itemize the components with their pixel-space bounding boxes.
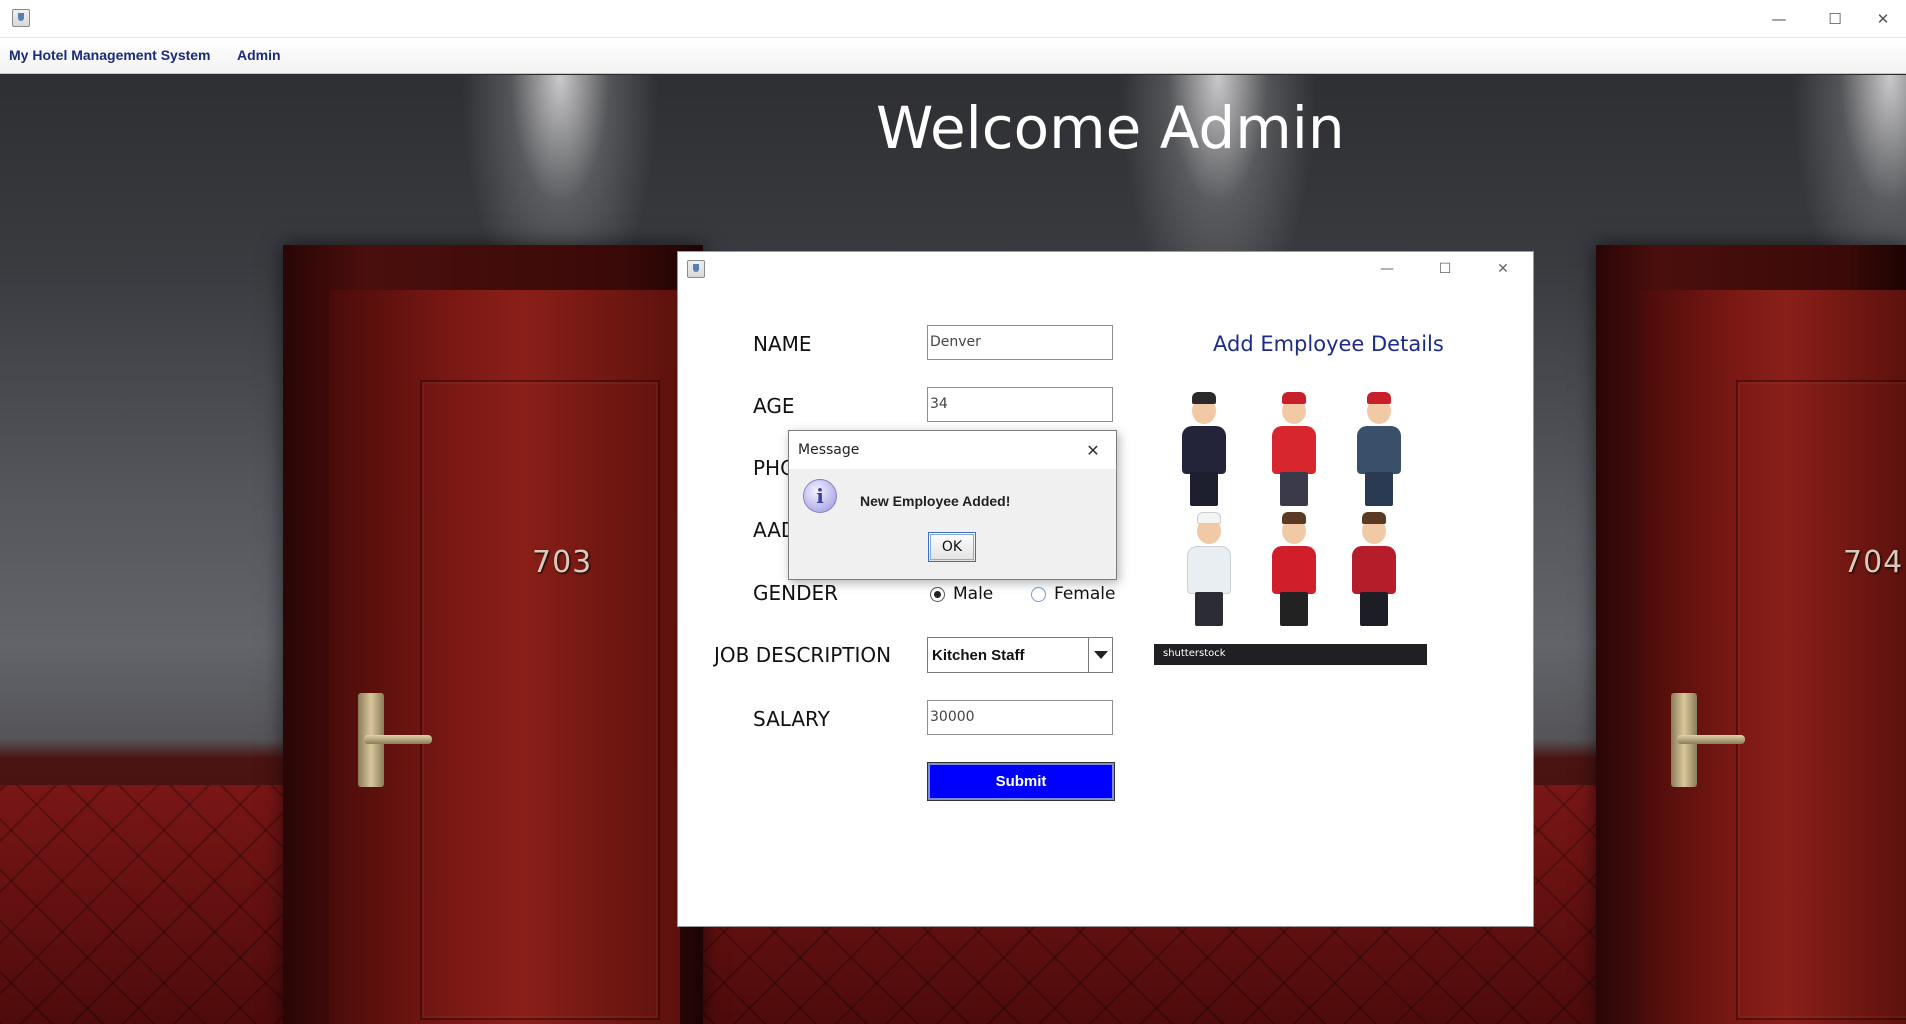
staff-figure-chef: [1179, 512, 1239, 630]
welcome-title: Welcome Admin: [876, 94, 1345, 162]
job-description-dropdown[interactable]: Kitchen Staff: [927, 637, 1113, 673]
job-description-value: Kitchen Staff: [932, 647, 1025, 664]
chevron-down-icon[interactable]: [1088, 638, 1112, 672]
gender-label: GENDER: [753, 581, 839, 605]
door-handle-lever: [1677, 735, 1745, 744]
main-window: — ☐ ✕ My Hotel Management System Admin 7…: [0, 0, 1906, 1024]
salary-field[interactable]: 30000: [927, 700, 1113, 735]
close-icon[interactable]: ✕: [1079, 437, 1107, 463]
radio-selected-icon: [930, 586, 945, 602]
staff-figure-manager: [1174, 392, 1234, 510]
message-dialog-title-bar: Message ✕: [789, 431, 1116, 469]
menu-bar: My Hotel Management System Admin: [0, 38, 1906, 74]
message-dialog: Message ✕ i New Employee Added! OK: [788, 430, 1117, 580]
add-employee-window: — ☐ ✕ NAME Denver AGE 34 PHC AAD GENDER …: [677, 251, 1534, 927]
door-number-703: 703: [532, 545, 593, 580]
title-bar: — ☐ ✕: [0, 0, 1906, 38]
name-field[interactable]: Denver: [927, 325, 1113, 360]
gender-male-radio[interactable]: Male: [930, 584, 993, 604]
staff-figure-bellboy: [1264, 392, 1324, 510]
info-icon: i: [803, 479, 837, 513]
salary-label: SALARY: [753, 707, 830, 731]
door-panel: [1736, 380, 1906, 1020]
staff-figure-doorman: [1264, 512, 1324, 630]
ok-button[interactable]: OK: [928, 532, 976, 562]
minimize-button[interactable]: —: [1367, 256, 1407, 282]
door-704: [1640, 290, 1906, 1024]
door-panel: [420, 380, 660, 1020]
close-button[interactable]: ✕: [1860, 4, 1906, 34]
door-703: [330, 290, 680, 1024]
submit-button[interactable]: Submit: [927, 762, 1115, 801]
add-employee-heading: Add Employee Details: [1213, 332, 1444, 356]
name-label: NAME: [753, 332, 812, 356]
maximize-button[interactable]: ☐: [1812, 4, 1858, 34]
gender-female-label: Female: [1054, 584, 1116, 604]
watermark-bar: shutterstock: [1154, 644, 1427, 665]
menu-admin[interactable]: Admin: [237, 47, 281, 63]
menu-hotel-management-system[interactable]: My Hotel Management System: [9, 47, 211, 63]
java-app-icon: [687, 260, 705, 278]
java-app-icon: [12, 9, 30, 27]
hotel-staff-illustration: shutterstock: [1154, 372, 1427, 665]
door-handle-lever: [364, 735, 432, 744]
door-number-704: 704: [1843, 545, 1904, 580]
message-dialog-title: Message: [798, 442, 860, 458]
close-button[interactable]: ✕: [1483, 256, 1523, 282]
staff-figure-maid: [1349, 392, 1409, 510]
job-description-label: JOB DESCRIPTION: [714, 643, 892, 667]
message-text: New Employee Added!: [860, 493, 1011, 509]
staff-figure-waiter: [1344, 512, 1404, 630]
add-employee-title-bar: — ☐ ✕: [678, 252, 1533, 286]
age-field[interactable]: 34: [927, 387, 1113, 422]
watermark-text: shutterstock: [1163, 648, 1226, 659]
maximize-button[interactable]: ☐: [1425, 256, 1465, 282]
age-label: AGE: [753, 394, 795, 418]
gender-female-radio[interactable]: Female: [1031, 584, 1115, 604]
minimize-button[interactable]: —: [1756, 4, 1802, 34]
radio-unselected-icon: [1031, 586, 1046, 602]
gender-male-label: Male: [953, 584, 994, 604]
